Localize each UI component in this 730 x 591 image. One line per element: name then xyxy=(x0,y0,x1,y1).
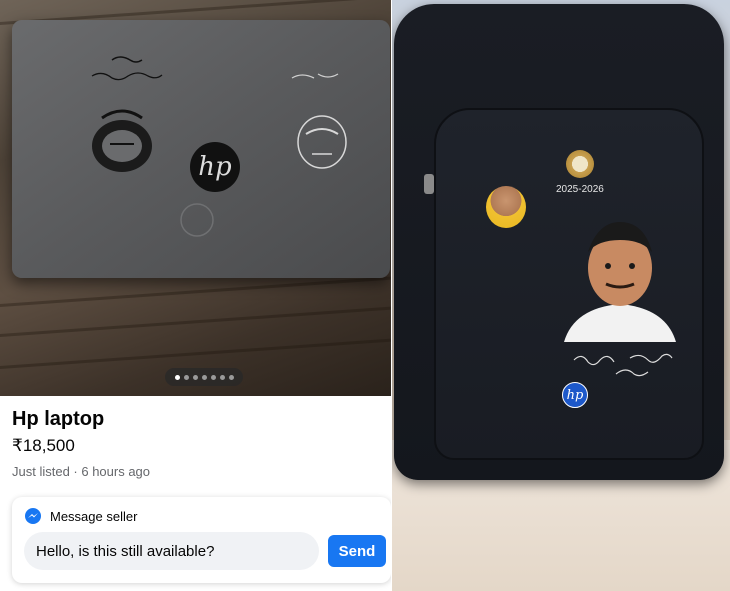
listing-timestamp: Just listed · 6 hours ago xyxy=(12,464,151,479)
backpack: 2025-2026 hp xyxy=(394,4,724,480)
photo-carousel-indicator[interactable] xyxy=(165,368,243,386)
zipper-pull xyxy=(424,174,434,194)
carousel-dot[interactable] xyxy=(228,374,234,380)
government-seal xyxy=(566,150,594,178)
message-input[interactable]: Hello, is this still available? xyxy=(24,532,319,570)
portrait-sketch-right xyxy=(291,73,347,169)
wood-grain xyxy=(0,274,391,309)
carousel-dot[interactable] xyxy=(174,374,180,380)
carousel-dot[interactable] xyxy=(201,374,207,380)
signature-print xyxy=(573,353,673,377)
message-seller-card: Message seller Hello, is this still avai… xyxy=(12,497,391,583)
carousel-dot[interactable] xyxy=(183,374,189,380)
hp-logo-bag: hp xyxy=(562,382,588,408)
faint-sticker-mark xyxy=(180,203,214,237)
carousel-dot[interactable] xyxy=(210,374,216,380)
message-seller-header: Message seller xyxy=(24,507,137,525)
wood-grain xyxy=(0,336,391,371)
portrait-sketch-left xyxy=(91,56,163,172)
marketplace-listing-panel: hp Hp laptop ₹18,500 Just listed · 6 hou… xyxy=(0,0,391,591)
send-button[interactable]: Send xyxy=(328,535,386,567)
hp-logo: hp xyxy=(190,142,240,192)
backpack-photo: 2025-2026 hp xyxy=(392,0,730,591)
large-portrait-print xyxy=(564,222,676,342)
academic-year-label: 2025-2026 xyxy=(556,184,604,195)
message-seller-label: Message seller xyxy=(50,508,138,524)
messenger-icon xyxy=(25,508,41,524)
listing-photo-laptop[interactable]: hp xyxy=(0,0,391,396)
small-portrait-badge xyxy=(486,186,526,228)
carousel-dot[interactable] xyxy=(219,374,225,380)
wood-grain xyxy=(0,304,391,339)
listing-price: ₹18,500 xyxy=(12,436,75,455)
listing-title: Hp laptop xyxy=(12,408,105,430)
carousel-dot[interactable] xyxy=(192,374,198,380)
laptop-lid: hp xyxy=(12,20,390,278)
